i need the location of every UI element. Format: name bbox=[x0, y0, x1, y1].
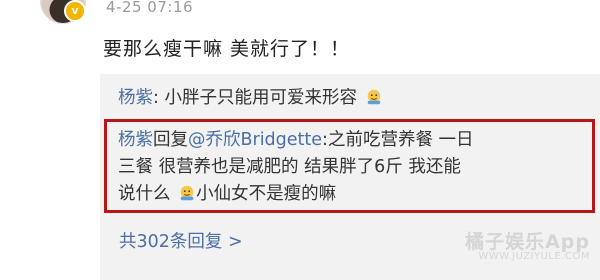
reply-item: 杨紫: 小胖子只能用可爱来形容 bbox=[118, 86, 383, 110]
more-replies-link[interactable]: 共302条回复 > bbox=[119, 228, 243, 253]
verified-badge-icon: v bbox=[64, 0, 86, 22]
watermark: 橘子娱乐App WWW.JUZIYULE.COM bbox=[465, 227, 590, 262]
comment-text: 要那么瘦干嘛 美就行了！！ bbox=[103, 38, 351, 60]
reply-text: : 小胖子只能用可爱来形容 bbox=[153, 88, 357, 108]
highlight-box bbox=[104, 119, 595, 213]
reply-author[interactable]: 杨紫 bbox=[118, 88, 153, 108]
watermark-main: 橘子娱乐App bbox=[465, 231, 590, 253]
comment-timestamp: 4-25 07:16 bbox=[106, 0, 194, 16]
sweat-hug-emoji-icon bbox=[367, 89, 380, 105]
watermark-sub: WWW.JUZIYULE.COM bbox=[478, 251, 590, 262]
